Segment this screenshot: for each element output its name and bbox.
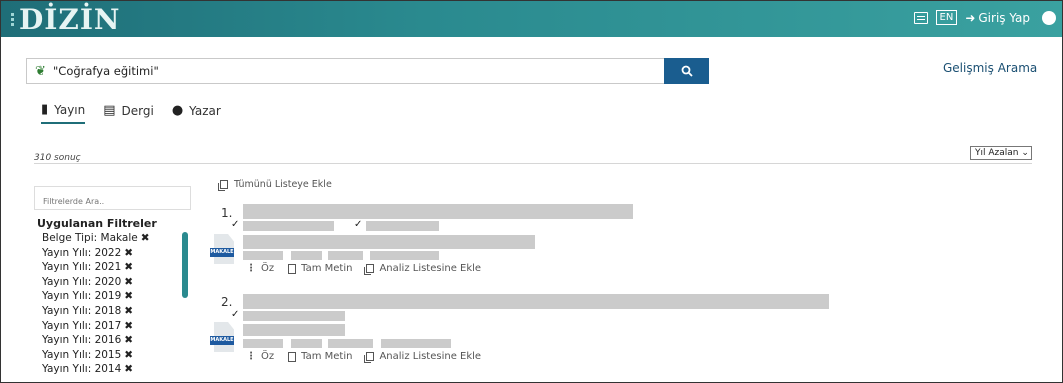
redacted-journal [243, 324, 345, 336]
add-to-analysis-button[interactable]: Analiz Listesine Ekle [364, 263, 481, 275]
redacted-author[interactable] [243, 311, 345, 321]
search-input[interactable] [53, 62, 653, 80]
doc-type-tag: MAKALE [210, 336, 234, 345]
redacted-author[interactable] [366, 221, 439, 231]
filter-search-input[interactable] [34, 186, 191, 210]
filter-item: Yayın Yılı: 2014 ✖ [42, 363, 134, 376]
journal-icon: ▤ [103, 103, 116, 118]
filter-item: Yayın Yılı: 2016 ✖ [42, 334, 134, 347]
remove-icon[interactable]: ✖ [124, 247, 133, 259]
tab-label: Dergi [121, 103, 154, 118]
remove-icon[interactable]: ✖ [124, 363, 133, 375]
applied-filter-list: Belge Tipi: Makale ✖ Yayın Yılı: 2022 ✖ Ya… [42, 231, 150, 377]
redacted-author[interactable] [243, 221, 334, 231]
summary-button[interactable]: ⋮ Öz [246, 351, 274, 362]
more-icon: ⋮ [246, 351, 256, 362]
search-icon [681, 65, 693, 77]
redacted-meta [328, 339, 373, 348]
file-icon: ▮ [41, 102, 49, 117]
add-to-analysis-button[interactable]: Analiz Listesine Ekle [364, 351, 481, 363]
filter-item: Yayın Yılı: 2021 ✖ [42, 261, 134, 274]
redacted-meta [328, 251, 363, 260]
remove-icon[interactable]: ✖ [124, 320, 133, 332]
redacted-journal [243, 235, 535, 249]
full-text-button[interactable]: Tam Metin [288, 263, 352, 274]
result-actions: ⋮ Öz Tam Metin Analiz Listesine Ekle [246, 351, 481, 363]
add-all-to-list-button[interactable]: Tümünü Listeye Ekle [218, 179, 332, 191]
navbar-actions: EN ➜ Giriş Yap [913, 10, 1056, 25]
redacted-title[interactable] [243, 294, 829, 309]
result-tabs: ▮ Yayın ▤ Dergi ● Yazar [41, 102, 221, 124]
check-icon: ✓ [231, 219, 240, 230]
leaf-icon: ❦ [35, 64, 46, 79]
article-doc-icon: MAKALE [210, 234, 236, 266]
result-actions: ⋮ Öz Tam Metin Analiz Listesine Ekle [246, 263, 481, 275]
tab-label: Yayın [54, 102, 86, 117]
top-navbar: DİZİN EN ➜ Giriş Yap [1, 1, 1062, 37]
filter-item: Yayın Yılı: 2022 ✖ [42, 246, 134, 259]
sort-select[interactable]: Yıl Azalan ⌄ [970, 146, 1032, 160]
redacted-meta [243, 339, 283, 348]
result-count: 310 sonuç [34, 153, 81, 163]
article-doc-icon: MAKALE [210, 322, 236, 354]
redacted-meta [243, 251, 283, 260]
filter-item: Yayın Yılı: 2015 ✖ [42, 348, 134, 361]
divider [34, 163, 1032, 164]
summary-button[interactable]: ⋮ Öz [246, 263, 274, 274]
redacted-meta [291, 251, 322, 260]
remove-icon[interactable]: ✖ [124, 334, 133, 346]
redacted-meta [291, 339, 322, 348]
search-box: ❦ [26, 58, 709, 84]
tab-yazar[interactable]: ● Yazar [172, 102, 221, 124]
list-icon[interactable] [913, 11, 928, 24]
tab-yayin[interactable]: ▮ Yayın [41, 102, 86, 124]
applied-filters-title: Uygulanan Filtreler [37, 217, 157, 230]
sign-in-icon: ➜ [965, 10, 976, 25]
result-number: 1. [221, 206, 233, 220]
result-number: 2. [221, 295, 233, 309]
remove-icon[interactable]: ✖ [124, 261, 133, 273]
help-icon[interactable] [1042, 10, 1056, 25]
check-icon: ✓ [231, 309, 240, 320]
language-toggle[interactable]: EN [935, 10, 958, 25]
filter-item: Yayın Yılı: 2019 ✖ [42, 290, 134, 303]
login-label: Giriş Yap [978, 10, 1030, 25]
check-icon: ✓ [354, 219, 363, 230]
file-icon [288, 263, 297, 274]
filter-item: Yayın Yılı: 2017 ✖ [42, 319, 134, 332]
copy-icon [364, 264, 375, 275]
filter-item: Belge Tipi: Makale ✖ [42, 232, 150, 244]
user-icon: ● [171, 103, 184, 118]
site-logo[interactable]: DİZİN [19, 3, 121, 36]
copy-icon [218, 180, 228, 191]
tab-label: Yazar [189, 103, 221, 118]
add-all-label: Tümünü Listeye Ekle [234, 179, 332, 190]
filter-scrollbar[interactable] [182, 232, 188, 298]
file-icon [288, 351, 297, 362]
menu-icon[interactable] [11, 13, 15, 27]
tab-dergi[interactable]: ▤ Dergi [103, 102, 154, 124]
copy-icon [364, 352, 375, 363]
more-icon: ⋮ [246, 263, 256, 274]
filter-item: Yayın Yılı: 2018 ✖ [42, 304, 134, 317]
redacted-meta [370, 251, 439, 260]
filter-item: Yayın Yılı: 2020 ✖ [42, 275, 134, 288]
sort-value: Yıl Azalan [975, 148, 1019, 158]
chevron-down-icon: ⌄ [1021, 148, 1029, 158]
redacted-meta [381, 339, 451, 348]
doc-type-tag: MAKALE [210, 248, 234, 257]
full-text-button[interactable]: Tam Metin [288, 351, 352, 362]
remove-icon[interactable]: ✖ [124, 290, 133, 302]
remove-icon[interactable]: ✖ [124, 276, 133, 288]
remove-icon[interactable]: ✖ [124, 305, 133, 317]
search-button[interactable] [664, 58, 709, 84]
remove-icon[interactable]: ✖ [124, 349, 133, 361]
remove-icon[interactable]: ✖ [141, 232, 150, 244]
redacted-title[interactable] [243, 204, 633, 219]
advanced-search-link[interactable]: Gelişmiş Arama [943, 61, 1037, 75]
login-link[interactable]: ➜ Giriş Yap [965, 11, 1030, 25]
